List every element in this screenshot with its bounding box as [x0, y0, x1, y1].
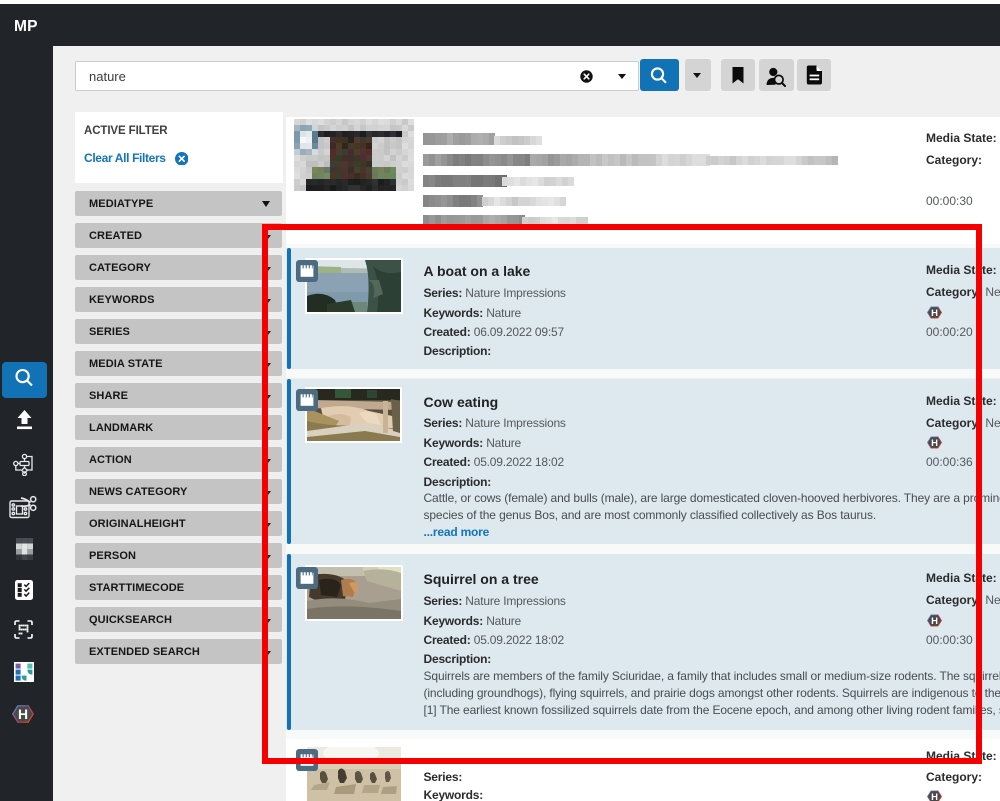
svg-text:H: H	[18, 706, 28, 722]
svg-text:H: H	[931, 792, 938, 801]
